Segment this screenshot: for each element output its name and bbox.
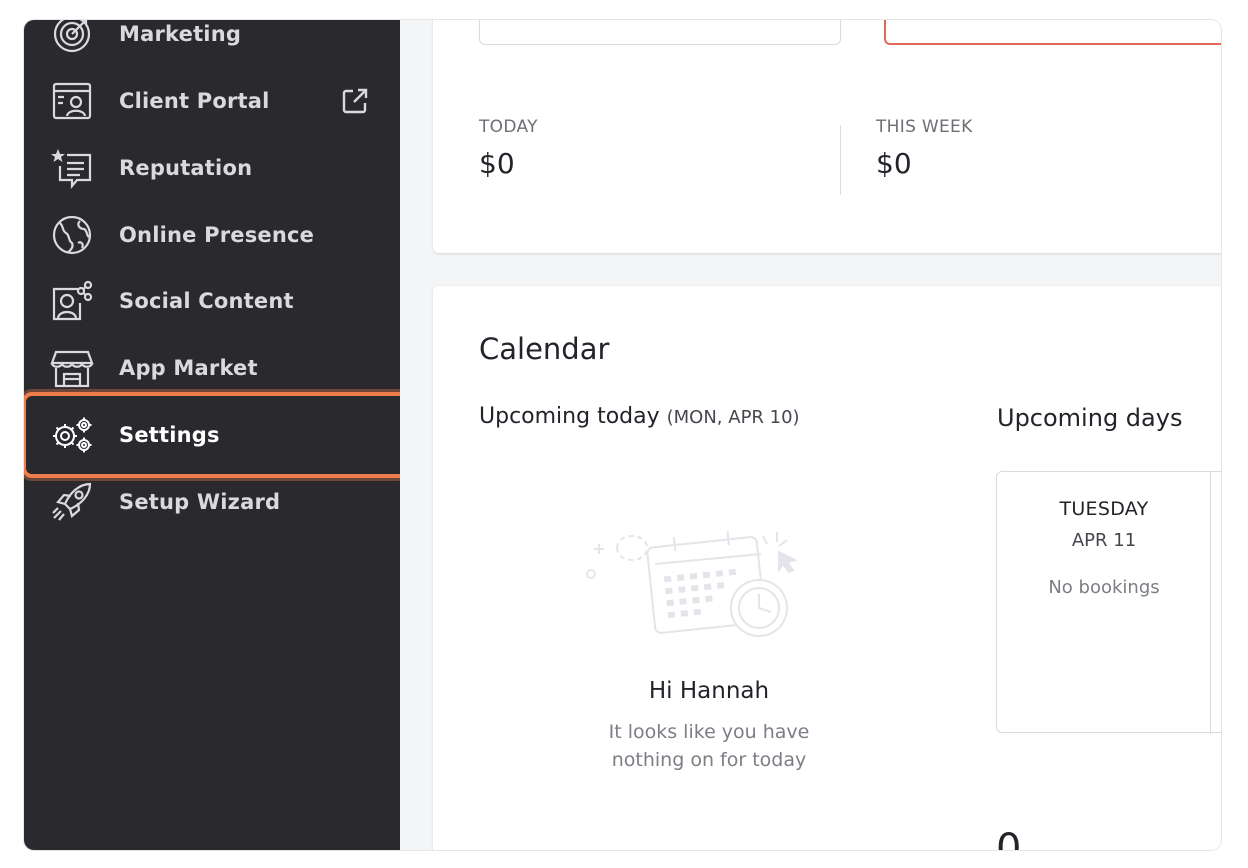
divider	[1210, 472, 1211, 734]
sidebar-item-label: Setup Wizard	[119, 490, 281, 514]
stat-today: TODAY $0	[479, 117, 538, 180]
sidebar-item-app-market[interactable]: App Market	[24, 340, 400, 396]
rocket-icon	[50, 480, 94, 524]
summary-box[interactable]	[479, 20, 841, 45]
stat-value: $0	[876, 147, 912, 180]
day-card[interactable]: TUESDAY APR 11 No bookings	[996, 471, 1221, 734]
sidebar-item-label: Social Content	[119, 289, 294, 313]
calendar-card: Calendar Upcoming today (MON, APR 10) Up…	[433, 286, 1221, 850]
day-name: TUESDAY	[1059, 498, 1149, 520]
day-status: No bookings	[1048, 577, 1160, 598]
sidebar-item-label: Client Portal	[119, 89, 270, 113]
sales-summary-card: TODAY $0 THIS WEEK $0	[433, 20, 1221, 253]
upcoming-today-label: Upcoming today	[479, 404, 660, 429]
sidebar-item-setup-wizard[interactable]: Setup Wizard	[24, 474, 400, 530]
sidebar-item-social-content[interactable]: Social Content	[24, 273, 400, 329]
stat-label: TODAY	[479, 117, 538, 137]
client-portal-icon	[50, 79, 94, 123]
app-window: Marketing Client Portal Reputation Onlin…	[24, 20, 1221, 850]
empty-message: It looks like you have nothing on for to…	[608, 721, 810, 771]
upcoming-today-heading: Upcoming today (MON, APR 10)	[479, 404, 800, 429]
greeting: Hi Hannah	[648, 678, 770, 704]
sidebar-item-label: Marketing	[119, 22, 242, 46]
empty-calendar-illustration	[586, 531, 798, 637]
today-date: (MON, APR 10)	[666, 407, 800, 428]
sidebar-item-label: Reputation	[119, 156, 253, 180]
sidebar-item-client-portal[interactable]: Client Portal	[24, 73, 400, 129]
sidebar-item-label: Online Presence	[119, 223, 315, 247]
calendar-title: Calendar	[479, 332, 610, 366]
external-link-icon[interactable]	[340, 86, 370, 116]
upcoming-days-heading: Upcoming days	[997, 404, 1183, 432]
main-content: TODAY $0 THIS WEEK $0 Calendar Upcoming …	[400, 20, 1221, 850]
sidebar-item-online-presence[interactable]: Online Presence	[24, 207, 400, 263]
stat-this-week: THIS WEEK $0	[876, 117, 973, 180]
stat-label: THIS WEEK	[876, 117, 973, 137]
globe-icon	[50, 213, 94, 257]
partial-count: 0	[996, 826, 1022, 850]
settings-highlight-outline	[24, 392, 409, 478]
sidebar: Marketing Client Portal Reputation Onlin…	[24, 20, 409, 850]
star-message-icon	[50, 146, 94, 190]
target-icon	[50, 20, 94, 56]
divider	[840, 125, 841, 195]
stat-value: $0	[479, 147, 515, 180]
sidebar-item-label: App Market	[119, 356, 258, 380]
summary-box-selected[interactable]	[884, 20, 1221, 45]
store-icon	[50, 346, 94, 390]
sidebar-item-reputation[interactable]: Reputation	[24, 140, 400, 196]
day-date: APR 11	[1071, 530, 1137, 551]
sidebar-item-marketing[interactable]: Marketing	[24, 20, 400, 62]
social-share-icon	[50, 279, 94, 323]
